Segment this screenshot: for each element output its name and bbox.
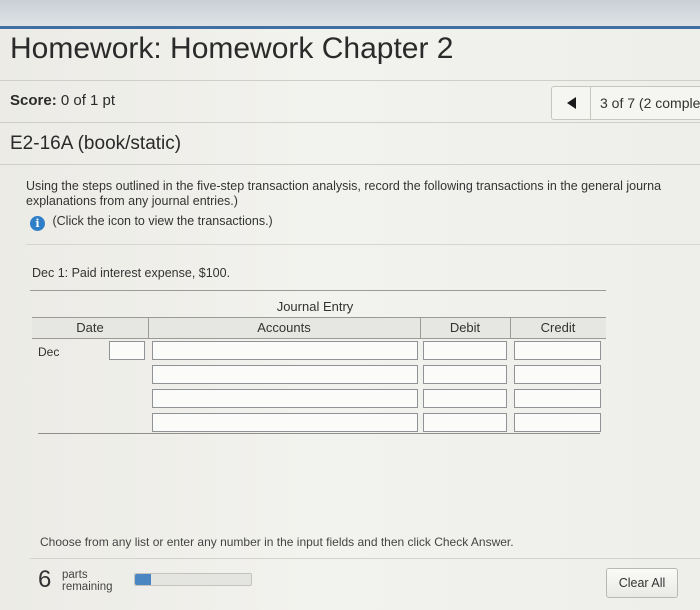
- top-bar: [0, 0, 700, 29]
- journal-entry-table: Date Accounts Debit Credit Dec: [32, 317, 606, 435]
- credit-input-4[interactable]: [514, 413, 601, 432]
- col-header-accounts: Accounts: [148, 317, 420, 339]
- triangle-left-icon: [567, 97, 576, 109]
- parts-remaining-label: parts remaining: [62, 569, 113, 593]
- transactions-info: i (Click the icon to view the transactio…: [30, 214, 273, 231]
- journal-entry-caption: Journal Entry: [276, 299, 354, 314]
- account-select-1[interactable]: [152, 341, 418, 360]
- instructions-line-2: explanations from any journal entries.): [26, 194, 238, 208]
- divider: [148, 317, 149, 339]
- divider: [30, 558, 700, 559]
- date-input[interactable]: [109, 341, 145, 360]
- month-label: Dec: [38, 345, 60, 359]
- col-header-debit: Debit: [420, 317, 510, 339]
- question-progress[interactable]: 3 of 7 (2 comple: [600, 95, 700, 111]
- score-label: Score:: [10, 92, 57, 109]
- account-select-3[interactable]: [152, 389, 418, 408]
- info-link-text: (Click the icon to view the transactions…: [52, 214, 273, 228]
- divider: [38, 433, 600, 434]
- credit-input-1[interactable]: [514, 341, 601, 360]
- divider: [26, 244, 700, 245]
- remaining-label: remaining: [62, 581, 113, 593]
- credit-input-3[interactable]: [514, 389, 601, 408]
- parts-progress-bar: [134, 573, 252, 586]
- credit-input-2[interactable]: [514, 365, 601, 384]
- col-header-date: Date: [32, 317, 148, 339]
- clear-all-button[interactable]: Clear All: [606, 568, 678, 598]
- debit-input-1[interactable]: [423, 341, 507, 360]
- debit-input-2[interactable]: [423, 365, 507, 384]
- col-header-credit: Credit: [510, 317, 606, 339]
- divider: [30, 290, 606, 291]
- instructions: Using the steps outlined in the five-ste…: [26, 179, 700, 209]
- question-navigator: 3 of 7 (2 comple: [551, 86, 700, 120]
- info-icon[interactable]: i: [30, 216, 45, 231]
- divider: [510, 317, 511, 339]
- divider: [0, 80, 700, 81]
- transaction-text: Dec 1: Paid interest expense, $100.: [32, 266, 231, 280]
- parts-remaining-count: 6: [38, 566, 52, 593]
- debit-input-4[interactable]: [423, 413, 507, 432]
- divider: [420, 317, 421, 339]
- page-title: Homework: Homework Chapter 2: [10, 32, 454, 65]
- divider: [0, 164, 700, 165]
- score-display: Score: 0 of 1 pt: [10, 92, 115, 109]
- answer-hint: Choose from any list or enter any number…: [40, 535, 514, 549]
- account-select-2[interactable]: [152, 365, 418, 384]
- question-title: E2-16A (book/static): [10, 133, 182, 154]
- score-value: 0 of 1 pt: [60, 92, 116, 109]
- parts-label: parts: [62, 569, 88, 581]
- instructions-line-1: Using the steps outlined in the five-ste…: [26, 179, 662, 193]
- account-select-4[interactable]: [152, 413, 418, 432]
- parts-progress-fill: [135, 574, 152, 585]
- debit-input-3[interactable]: [423, 389, 507, 408]
- divider: [0, 122, 700, 123]
- homework-page: Homework: Homework Chapter 2 Score: 0 of…: [0, 0, 700, 610]
- previous-question-button[interactable]: [552, 87, 591, 119]
